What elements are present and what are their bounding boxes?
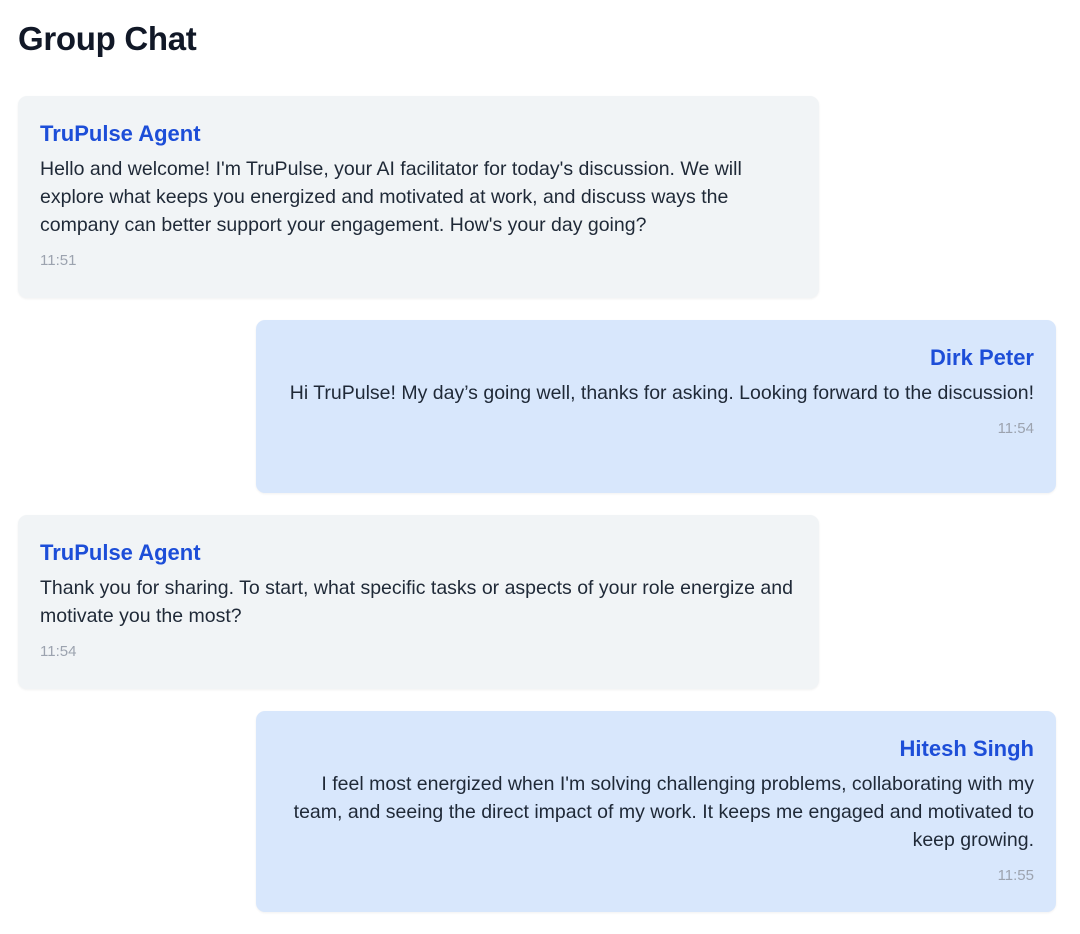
message-bubble-agent: TruPulse Agent Thank you for sharing. To… <box>18 515 819 689</box>
message-sender: TruPulse Agent <box>40 121 201 146</box>
message-text: I feel most energized when I'm solving c… <box>293 773 1034 851</box>
message-sender: Dirk Peter <box>930 345 1034 370</box>
message-timestamp: 11:55 <box>997 867 1034 884</box>
message-bubble-user: Hitesh Singh I feel most energized when … <box>256 711 1056 912</box>
message-sender: Hitesh Singh <box>899 736 1034 761</box>
message-text: Thank you for sharing. To start, what sp… <box>40 577 793 627</box>
message-timestamp: 11:54 <box>997 420 1034 437</box>
message-sender: TruPulse Agent <box>40 540 201 565</box>
message-timestamp: 11:51 <box>40 252 77 269</box>
message-text: Hello and welcome! I'm TruPulse, your AI… <box>40 158 742 236</box>
message-bubble-user: Dirk Peter Hi TruPulse! My day’s going w… <box>256 320 1056 493</box>
message-timestamp: 11:54 <box>40 643 77 660</box>
page-title: Group Chat <box>18 20 197 57</box>
message-list[interactable]: TruPulse Agent Hello and welcome! I'm Tr… <box>18 96 1056 934</box>
message-text: Hi TruPulse! My day’s going well, thanks… <box>289 382 1034 404</box>
message-bubble-agent: TruPulse Agent Hello and welcome! I'm Tr… <box>18 96 819 298</box>
